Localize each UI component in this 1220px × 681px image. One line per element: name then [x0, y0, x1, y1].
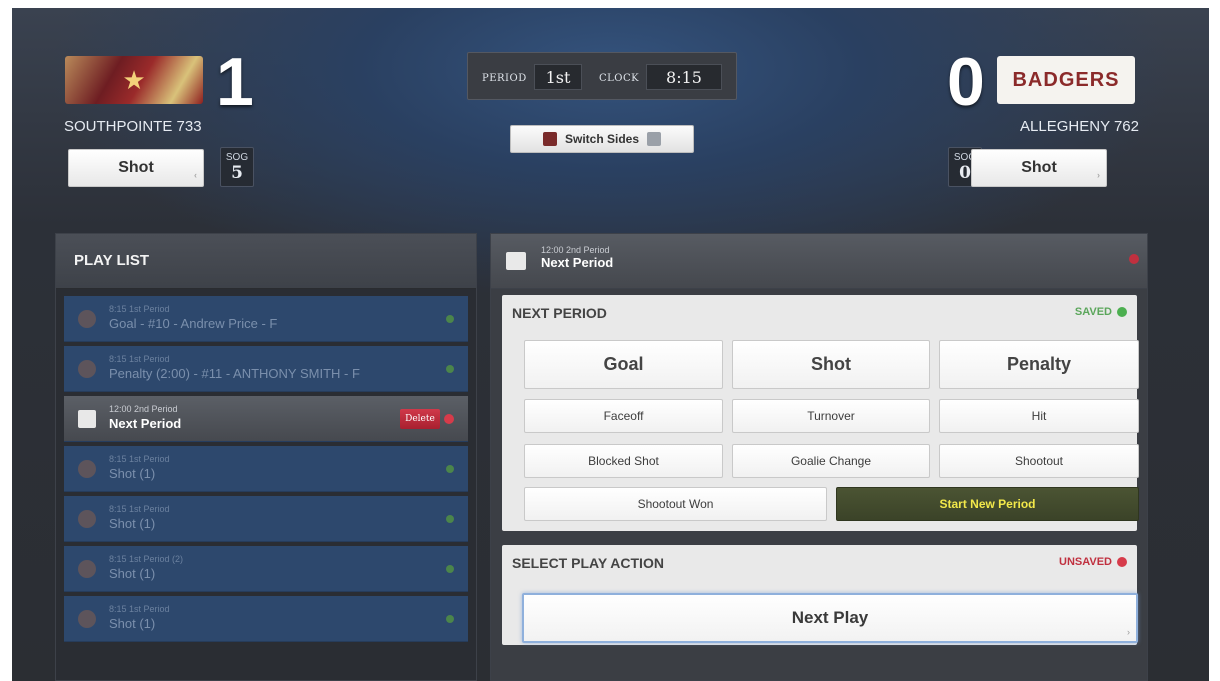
- play-time: 8:15 1st Period: [109, 304, 170, 314]
- play-title: Shot (1): [109, 566, 156, 581]
- faceoff-button[interactable]: Faceoff: [524, 399, 723, 433]
- turnover-button[interactable]: Turnover: [732, 399, 930, 433]
- goal-button[interactable]: Goal: [524, 340, 723, 389]
- shootout-won-button[interactable]: Shootout Won: [524, 487, 827, 521]
- scorekeeper-app: ★ 1 SOUTHPOINTE 733 Shot ‹ SOG 5 PERIOD …: [12, 8, 1209, 681]
- next-play-label: Next Play: [732, 608, 929, 628]
- delete-button[interactable]: Delete: [400, 409, 440, 429]
- team-logo-icon: [78, 510, 96, 528]
- play-title: Shot (1): [109, 516, 156, 531]
- play-title: Next Period: [109, 416, 182, 431]
- card-title: NEXT PERIOD: [512, 305, 607, 321]
- period-value[interactable]: 1st: [534, 64, 582, 90]
- home-mascot-icon: ★: [122, 64, 146, 95]
- home-shot-label: Shot: [118, 159, 154, 176]
- next-period-card: NEXT PERIOD SAVED Goal Shot Penalty Face…: [502, 295, 1139, 531]
- home-shot-button[interactable]: Shot ‹: [68, 149, 204, 187]
- start-new-period-button[interactable]: Start New Period: [836, 487, 1139, 521]
- team-logo-icon: [78, 460, 96, 478]
- away-logo-wordmark: BADGERS: [1012, 68, 1120, 91]
- status-dot-icon: [446, 565, 454, 573]
- next-play-select[interactable]: Next Play ›: [522, 593, 1138, 643]
- game-clock-panel: PERIOD 1st CLOCK 8:15: [467, 52, 737, 100]
- away-shot-button[interactable]: Shot ›: [971, 149, 1107, 187]
- play-title: Shot (1): [109, 466, 156, 481]
- play-list-title: PLAY LIST: [56, 234, 476, 289]
- status-dot-icon: [446, 515, 454, 523]
- play-list-panel: PLAY LIST 8:15 1st Period Goal - #10 - A…: [55, 233, 477, 681]
- switch-sides-button[interactable]: Switch Sides: [510, 125, 694, 153]
- team-logo-icon: [78, 360, 96, 378]
- home-team-logo: ★: [65, 56, 203, 104]
- play-title: Penalty (2:00) - #11 - ANTHONY SMITH - F: [109, 366, 360, 381]
- chevron-icon: ‹: [194, 170, 197, 180]
- play-time: 12:00 2nd Period: [109, 404, 178, 414]
- home-sog-label: SOG: [225, 152, 249, 163]
- shot-button[interactable]: Shot: [732, 340, 930, 389]
- home-mini-logo-icon: [542, 132, 557, 146]
- list-item[interactable]: 8:15 1st Period Penalty (2:00) - #11 - A…: [64, 346, 468, 392]
- team-logo-icon: [78, 610, 96, 628]
- away-team-logo: BADGERS: [997, 56, 1135, 104]
- penalty-button[interactable]: Penalty: [939, 340, 1139, 389]
- switch-sides-label: Switch Sides: [564, 132, 640, 146]
- status-dot-icon: [446, 365, 454, 373]
- play-time: 8:15 1st Period: [109, 504, 170, 514]
- select-play-action-card: SELECT PLAY ACTION UNSAVED Next Play ›: [502, 545, 1138, 645]
- next-play-text: Next Play: [791, 608, 869, 627]
- home-sog-value: 5: [231, 163, 243, 183]
- play-detail-header: 12:00 2nd Period Next Period: [490, 233, 1148, 289]
- period-label: PERIOD: [482, 73, 527, 84]
- home-score: 1: [216, 44, 254, 120]
- flag-icon: [78, 410, 96, 428]
- team-logo-icon: [78, 560, 96, 578]
- unsaved-dot-icon: [444, 414, 454, 424]
- unsaved-dot-icon: [1129, 254, 1139, 264]
- blocked-shot-button[interactable]: Blocked Shot: [524, 444, 723, 478]
- away-team-name: ALLEGHENY 762: [1020, 118, 1139, 135]
- unsaved-dot-icon: [1117, 557, 1127, 567]
- status-dot-icon: [446, 315, 454, 323]
- list-item-selected[interactable]: 12:00 2nd Period Next Period Delete: [64, 396, 468, 442]
- home-team-name: SOUTHPOINTE 733: [64, 118, 202, 135]
- list-item[interactable]: 8:15 1st Period Shot (1): [64, 446, 468, 492]
- home-sog-counter: SOG 5: [220, 147, 254, 187]
- play-time: 8:15 1st Period: [109, 354, 170, 364]
- clock-value[interactable]: 8:15: [646, 64, 722, 90]
- saved-status: SAVED: [1075, 306, 1127, 318]
- chevron-icon: ›: [1097, 170, 1100, 180]
- unsaved-status: UNSAVED: [1059, 556, 1127, 568]
- list-item[interactable]: 8:15 1st Period Shot (1): [64, 496, 468, 542]
- list-item[interactable]: 8:15 1st Period Goal - #10 - Andrew Pric…: [64, 296, 468, 342]
- away-score: 0: [947, 44, 985, 120]
- away-mini-logo-icon: [647, 132, 662, 146]
- play-time: 8:15 1st Period: [109, 454, 170, 464]
- chevron-down-icon: ›: [1127, 627, 1130, 637]
- team-logo-icon: [78, 310, 96, 328]
- play-title: Goal - #10 - Andrew Price - F: [109, 316, 278, 331]
- play-time: 8:15 1st Period: [109, 604, 170, 614]
- list-item[interactable]: 8:15 1st Period (2) Shot (1): [64, 546, 468, 592]
- clock-label: CLOCK: [599, 73, 640, 84]
- saved-status-label: SAVED: [1074, 306, 1112, 318]
- saved-dot-icon: [1117, 307, 1127, 317]
- status-dot-icon: [446, 465, 454, 473]
- unsaved-status-label: UNSAVED: [1059, 556, 1112, 568]
- hit-button[interactable]: Hit: [939, 399, 1139, 433]
- goalie-change-button[interactable]: Goalie Change: [732, 444, 930, 478]
- card-title: SELECT PLAY ACTION: [512, 555, 664, 571]
- play-title: Shot (1): [109, 616, 156, 631]
- flag-icon: [506, 252, 526, 270]
- list-item[interactable]: 8:15 1st Period Shot (1): [64, 596, 468, 642]
- play-time: 8:15 1st Period (2): [109, 554, 184, 564]
- detail-time: 12:00 2nd Period: [541, 245, 610, 255]
- shootout-button[interactable]: Shootout: [939, 444, 1139, 478]
- detail-title: Next Period: [541, 255, 614, 270]
- status-dot-icon: [446, 615, 454, 623]
- away-shot-label: Shot: [1021, 159, 1057, 176]
